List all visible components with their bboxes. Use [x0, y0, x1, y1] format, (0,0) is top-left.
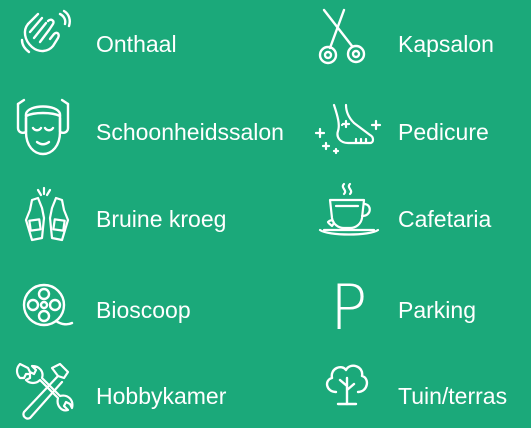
- facility-label: Cafetaria: [398, 206, 492, 232]
- facility-label: Tuin/terras: [398, 383, 508, 409]
- coffee-cup-icon: [318, 182, 380, 240]
- facility-label: Hobbykamer: [96, 383, 227, 409]
- facility-label: Onthaal: [96, 31, 177, 57]
- face-mask-icon: [14, 98, 72, 158]
- waving-hand-icon: [20, 9, 72, 56]
- facility-label: Schoonheidssalon: [96, 119, 284, 145]
- foot-sparkle-icon: [312, 103, 384, 155]
- beer-bottles-icon: [24, 186, 70, 242]
- facilities-board: Onthaal Kapsalon Schoonheidssalon Pedicu…: [0, 0, 531, 428]
- facility-label: Bioscoop: [96, 297, 191, 323]
- film-reel-icon: [22, 283, 74, 329]
- scissors-icon: [318, 8, 374, 66]
- facility-label: Parking: [398, 297, 476, 323]
- tools-icon: [14, 362, 76, 424]
- facility-label: Kapsalon: [398, 31, 494, 57]
- facility-label: Bruine kroeg: [96, 206, 227, 232]
- facility-label: Pedicure: [398, 119, 489, 145]
- tree-icon: [322, 360, 372, 406]
- parking-icon: P: [330, 271, 368, 344]
